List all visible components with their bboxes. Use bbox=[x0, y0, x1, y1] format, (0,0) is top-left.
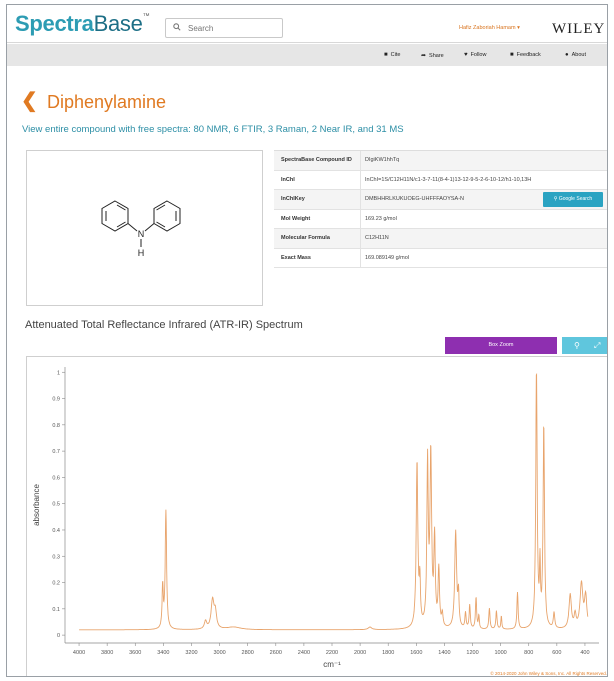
x-tick-label: 3800 bbox=[101, 650, 113, 656]
x-tick-label: 1000 bbox=[495, 650, 507, 656]
property-key: InChI bbox=[281, 176, 295, 183]
x-tick-label: 800 bbox=[524, 650, 533, 656]
google-search-button[interactable]: ⚲ Google Search bbox=[543, 192, 603, 207]
x-tick-label: 600 bbox=[552, 650, 561, 656]
x-axis-label: cm⁻¹ bbox=[323, 660, 341, 669]
x-tick-label: 1400 bbox=[438, 650, 450, 656]
x-tick-label: 4000 bbox=[73, 650, 85, 656]
hydrogen-label: H bbox=[138, 248, 145, 258]
x-tick-label: 2000 bbox=[354, 650, 366, 656]
cite-label: Cite bbox=[390, 52, 401, 58]
y-tick-label: 0.1 bbox=[52, 607, 60, 613]
x-tick-label: 1800 bbox=[382, 650, 394, 656]
table-row: SpectraBase Compound ID DIgiKW1hhTq bbox=[274, 151, 607, 171]
share-label: Share bbox=[429, 53, 444, 59]
x-tick-label: 2400 bbox=[298, 650, 310, 656]
copyright-text: © 2014-2020 John Wiley & Sons, Inc. All … bbox=[490, 670, 607, 676]
x-tick-label: 3400 bbox=[157, 650, 169, 656]
about-action[interactable]: ● About bbox=[565, 52, 586, 58]
y-tick-label: 0 bbox=[57, 633, 60, 639]
table-row: InChI InChI=1S/C12H11N/c1-3-7-11(8-4-1)13… bbox=[274, 170, 607, 190]
search-box[interactable] bbox=[165, 18, 283, 38]
table-row: InChIKey DMBHHRLKUKUOEG-UHFFFAOYSA-N ⚲ Go… bbox=[274, 190, 607, 210]
property-value: InChI=1S/C12H11N/c1-3-7-11(8-4-1)13-12-9… bbox=[365, 176, 532, 183]
user-menu[interactable]: Hafiz Zaboriah Hamam ▾ bbox=[459, 25, 520, 31]
y-tick-label: 0.5 bbox=[52, 502, 60, 508]
property-value: 169.089149 g/mol bbox=[365, 254, 410, 261]
share-icon: ➦ bbox=[421, 53, 427, 59]
x-tick-label: 3600 bbox=[129, 650, 141, 656]
y-tick-label: 0.3 bbox=[52, 554, 60, 560]
x-tick-label: 1600 bbox=[410, 650, 422, 656]
logo-trademark: ™ bbox=[142, 13, 150, 20]
property-value: DMBHHRLKUKUOEG-UHFFFAOYSA-N bbox=[365, 196, 465, 202]
nitrogen-label: N bbox=[138, 229, 145, 239]
follow-label: Follow bbox=[470, 52, 487, 58]
table-row: Mol Weight 169.23 g/mol bbox=[274, 209, 607, 229]
action-bar: ■ Cite ➦ Share ♥ Follow ■ Feedback ● About bbox=[7, 44, 607, 66]
structure-diagram: N H bbox=[26, 150, 263, 306]
top-header: SpectraBase™ Hafiz Zaboriah Hamam ▾ WILE… bbox=[7, 5, 607, 43]
spectrum-title: Attenuated Total Reflectance Infrared (A… bbox=[25, 319, 303, 331]
chart-tools: ⚲ ⤢ bbox=[562, 337, 607, 354]
feedback-label: Feedback bbox=[516, 52, 541, 58]
y-tick-label: 1 bbox=[57, 370, 60, 376]
box-zoom-button[interactable]: Box Zoom bbox=[445, 337, 557, 354]
y-tick-label: 0.4 bbox=[52, 528, 60, 534]
spectrum-series-line bbox=[79, 372, 589, 631]
spectrum-chart[interactable]: 0 0.1 0.2 0.3 0.4 0.5 0.6 0.7 0.8 0.9 1 4000 3800 360… bbox=[27, 357, 608, 677]
spectrabase-logo[interactable]: SpectraBase™ bbox=[15, 11, 150, 37]
logo-base: Base bbox=[93, 11, 143, 36]
bookmark-icon: ■ bbox=[384, 52, 388, 58]
feedback-action[interactable]: ■ Feedback bbox=[510, 52, 541, 58]
x-tick-label: 2800 bbox=[242, 650, 254, 656]
property-key: Exact Mass bbox=[281, 254, 311, 261]
table-row: Exact Mass 169.089149 g/mol bbox=[274, 248, 607, 268]
y-tick-label: 0.8 bbox=[52, 423, 60, 429]
table-row: Molecular Formula C12H11N bbox=[274, 229, 607, 249]
expand-icon[interactable]: ⤢ bbox=[594, 337, 600, 354]
share-action[interactable]: ➦ Share bbox=[421, 52, 444, 59]
properties-table: SpectraBase Compound ID DIgiKW1hhTq InChI… bbox=[274, 150, 607, 268]
property-value: DIgiKW1hhTq bbox=[365, 157, 400, 163]
follow-action[interactable]: ♥ Follow bbox=[464, 52, 486, 58]
property-value: 169.23 g/mol bbox=[365, 215, 397, 222]
y-axis-label: absorbance bbox=[32, 484, 41, 526]
back-chevron-icon[interactable]: ❮ bbox=[21, 91, 38, 111]
zoom-search-icon[interactable]: ⚲ bbox=[574, 337, 580, 354]
cite-action[interactable]: ■ Cite bbox=[384, 52, 400, 58]
wiley-logo[interactable]: WILEY bbox=[552, 21, 605, 38]
property-key: SpectraBase Compound ID bbox=[281, 157, 352, 163]
y-tick-label: 0.7 bbox=[52, 449, 60, 455]
y-tick-label: 0.9 bbox=[52, 397, 60, 403]
y-tick-label: 0.2 bbox=[52, 581, 60, 587]
x-tick-label: 3000 bbox=[213, 650, 225, 656]
search-input[interactable] bbox=[188, 22, 278, 35]
spectra-summary-link[interactable]: View entire compound with free spectra: … bbox=[22, 124, 404, 135]
property-key: Mol Weight bbox=[281, 215, 311, 222]
x-tick-label: 400 bbox=[580, 650, 589, 656]
heart-icon: ♥ bbox=[464, 52, 468, 58]
question-icon: ● bbox=[565, 52, 569, 58]
search-icon bbox=[173, 23, 181, 33]
property-key: Molecular Formula bbox=[281, 235, 330, 241]
logo-spectra: Spectra bbox=[15, 11, 94, 36]
browser-frame: SpectraBase™ Hafiz Zaboriah Hamam ▾ WILE… bbox=[6, 4, 608, 677]
google-search-label: Google Search bbox=[558, 196, 593, 202]
x-tick-label: 1200 bbox=[466, 650, 478, 656]
property-value: C12H11N bbox=[365, 235, 389, 241]
spectrum-chart-box: 0 0.1 0.2 0.3 0.4 0.5 0.6 0.7 0.8 0.9 1 4000 3800 360… bbox=[26, 356, 608, 677]
y-tick-label: 0.6 bbox=[52, 475, 60, 481]
x-tick-label: 2600 bbox=[270, 650, 282, 656]
structure-svg: N H bbox=[101, 200, 181, 258]
page-title: Diphenylamine bbox=[47, 92, 167, 112]
property-key: InChIKey bbox=[281, 196, 305, 202]
about-label: About bbox=[571, 52, 586, 58]
comment-icon: ■ bbox=[510, 52, 514, 58]
x-tick-label: 2200 bbox=[326, 650, 338, 656]
x-tick-label: 3200 bbox=[185, 650, 197, 656]
